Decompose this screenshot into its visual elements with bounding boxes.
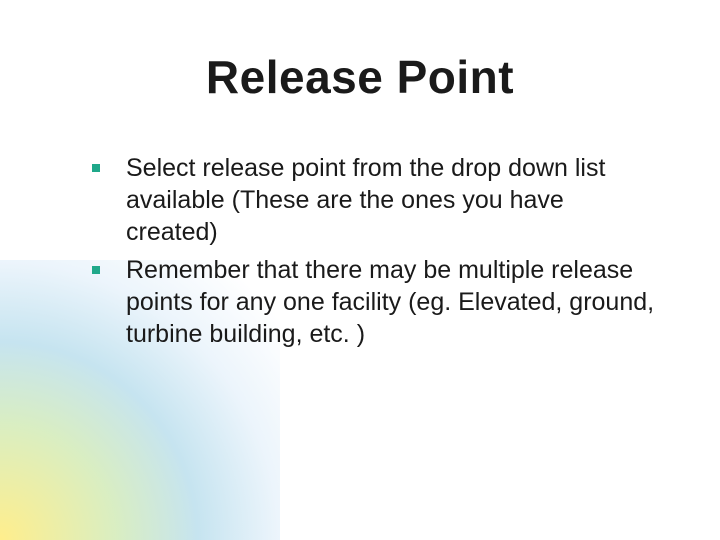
- bullet-square-icon: [92, 266, 100, 274]
- bullet-list: Select release point from the drop down …: [40, 152, 680, 350]
- page-title: Release Point: [40, 50, 680, 104]
- bullet-square-icon: [92, 164, 100, 172]
- slide: Release Point Select release point from …: [0, 0, 720, 540]
- bullet-text: Remember that there may be multiple rele…: [126, 256, 654, 348]
- list-item: Select release point from the drop down …: [92, 152, 660, 248]
- bullet-text: Select release point from the drop down …: [126, 154, 605, 246]
- list-item: Remember that there may be multiple rele…: [92, 254, 660, 350]
